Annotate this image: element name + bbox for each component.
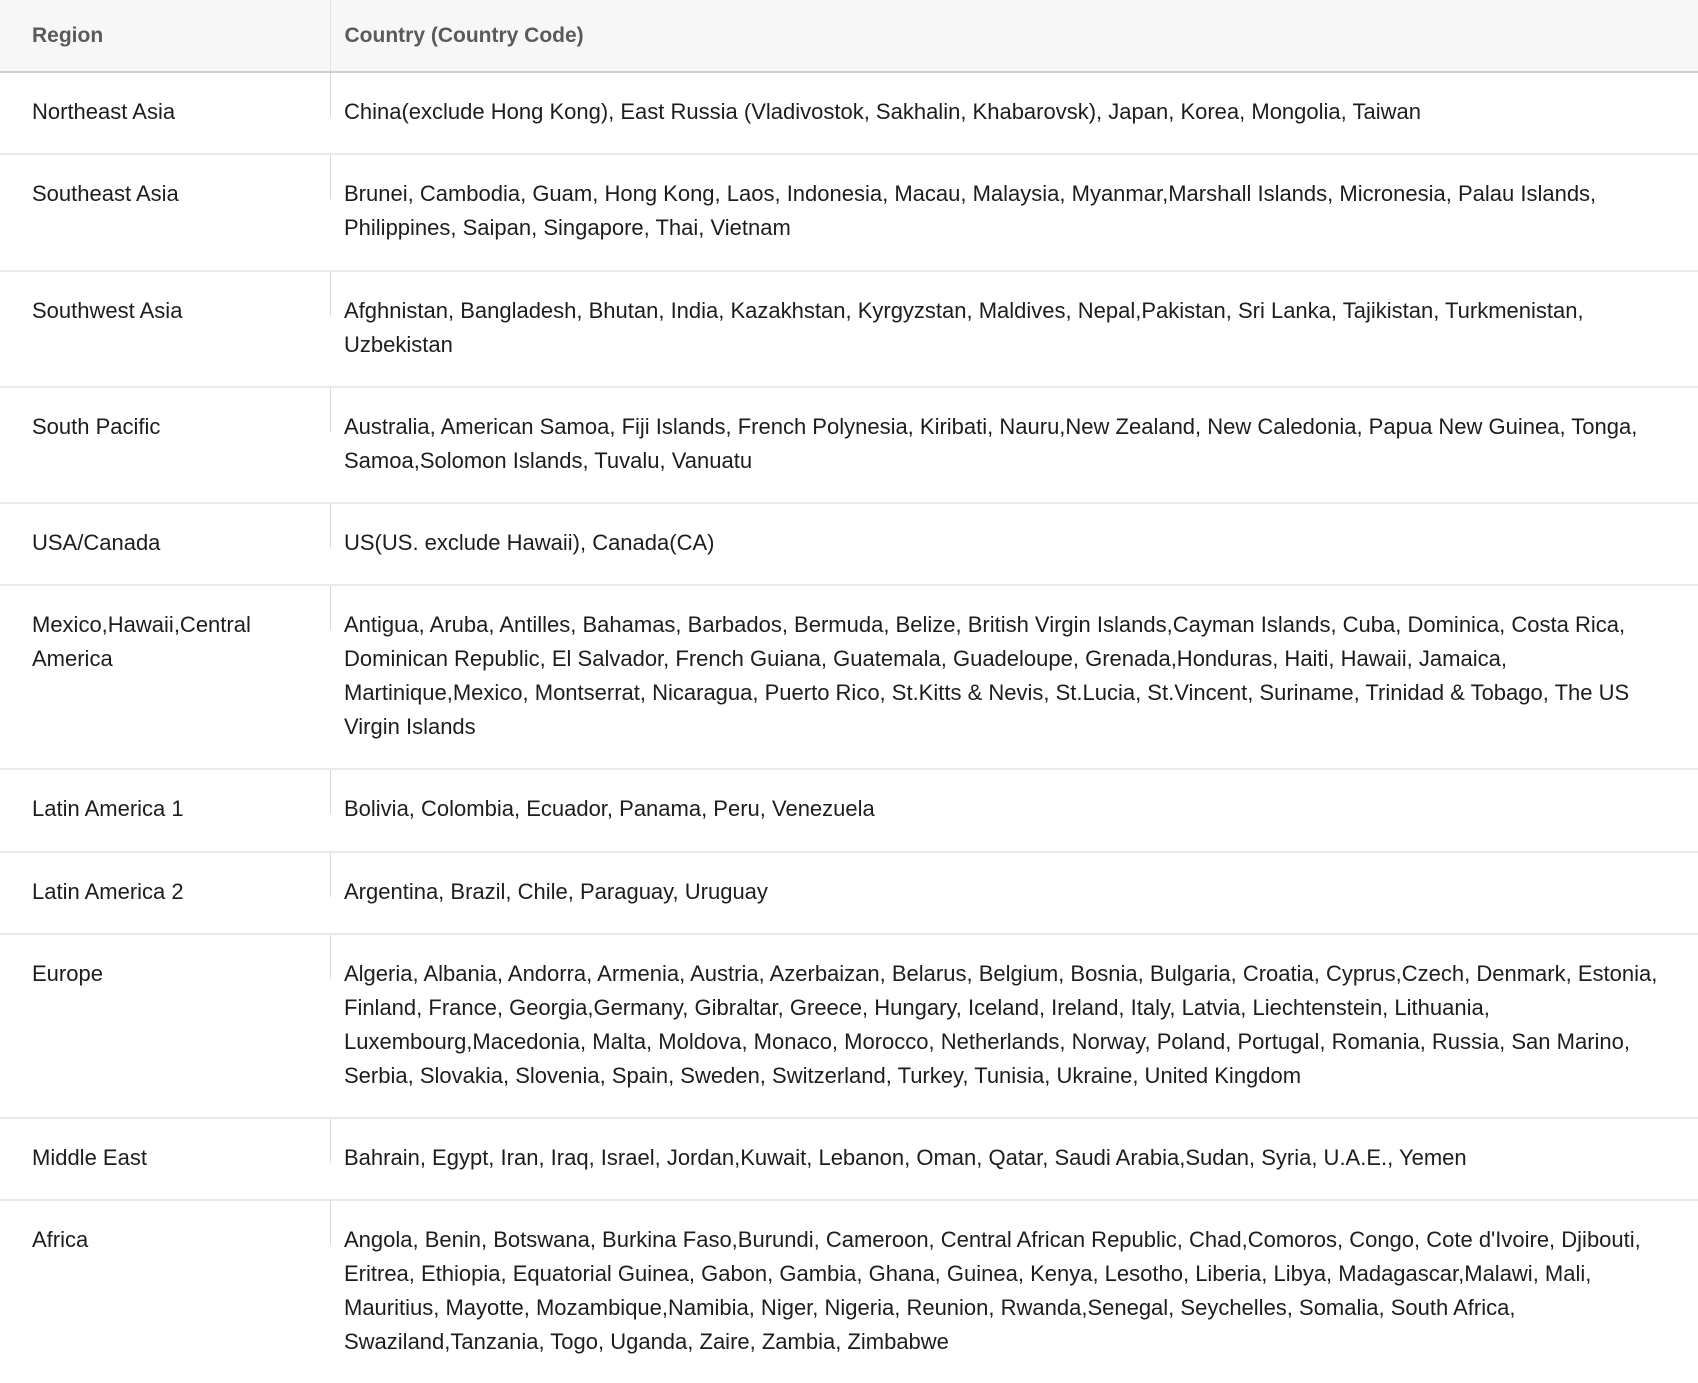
table-row: South Pacific Australia, American Samoa, … <box>0 386 1698 504</box>
table-row: Latin America 2 Argentina, Brazil, Chile,… <box>0 851 1698 935</box>
region-cell: Latin America 1 <box>0 769 330 853</box>
country-cell: Afghnistan, Bangladesh, Bhutan, India, K… <box>330 270 1698 388</box>
region-cell: USA/Canada <box>0 502 330 587</box>
country-cell: Angola, Benin, Botswana, Burkina Faso,Bu… <box>330 1200 1698 1383</box>
region-cell: South Pacific <box>0 386 330 504</box>
country-cell: Algeria, Albania, Andorra, Armenia, Aust… <box>330 933 1698 1119</box>
country-cell: US(US. exclude Hawaii), Canada(CA) <box>330 502 1698 587</box>
table-header: Region Country (Country Code) <box>0 0 1698 74</box>
table-row: Latin America 1 Bolivia, Colombia, Ecuado… <box>0 769 1698 853</box>
table-row: Africa Angola, Benin, Botswana, Burkina F… <box>0 1200 1698 1383</box>
region-cell: Northeast Asia <box>0 72 330 156</box>
table-row: USA/Canada US(US. exclude Hawaii), Canada… <box>0 502 1698 587</box>
country-cell: Argentina, Brazil, Chile, Paraguay, Urug… <box>330 851 1698 935</box>
region-cell: Latin America 2 <box>0 851 330 935</box>
table-header-row: Region Country (Country Code) <box>0 0 1698 74</box>
region-country-table: Region Country (Country Code) Northeast … <box>0 0 1698 1383</box>
table-row: Northeast Asia China(exclude Hong Kong), … <box>0 72 1698 156</box>
region-cell: Southwest Asia <box>0 270 330 388</box>
region-cell: Africa <box>32 1227 89 1253</box>
country-cell: Australia, American Samoa, Fiji Islands,… <box>330 386 1698 504</box>
table-row: Europe Algeria, Albania, Andorra, Armenia… <box>0 933 1698 1119</box>
country-cell: Antigua, Aruba, Antilles, Bahamas, Barba… <box>330 585 1698 771</box>
table-body: Northeast Asia China(exclude Hong Kong), … <box>0 72 1698 1383</box>
country-cell: Bahrain, Egypt, Iran, Iraq, Israel, Jord… <box>330 1117 1698 1202</box>
region-cell: Middle East <box>0 1117 330 1202</box>
table-row: Southwest Asia Afghnistan, Bangladesh, Bh… <box>0 270 1698 388</box>
country-cell: Bolivia, Colombia, Ecuador, Panama, Peru… <box>330 769 1698 853</box>
column-header-country: Country (Country Code) <box>329 0 1698 74</box>
region-cell: Europe <box>0 933 330 1119</box>
region-cell: Southeast Asia <box>0 154 330 272</box>
region-cell: Mexico,Hawaii,Central America <box>0 585 330 771</box>
table-row: Mexico,Hawaii,Central America Antigua, Ar… <box>0 585 1698 771</box>
table-row: Middle East Bahrain, Egypt, Iran, Iraq, I… <box>0 1117 1698 1202</box>
table-row: Southeast Asia Brunei, Cambodia, Guam, Ho… <box>0 154 1698 272</box>
country-cell: Brunei, Cambodia, Guam, Hong Kong, Laos,… <box>330 154 1698 272</box>
country-cell: China(exclude Hong Kong), East Russia (V… <box>330 72 1698 156</box>
column-header-region: Region <box>0 0 330 74</box>
